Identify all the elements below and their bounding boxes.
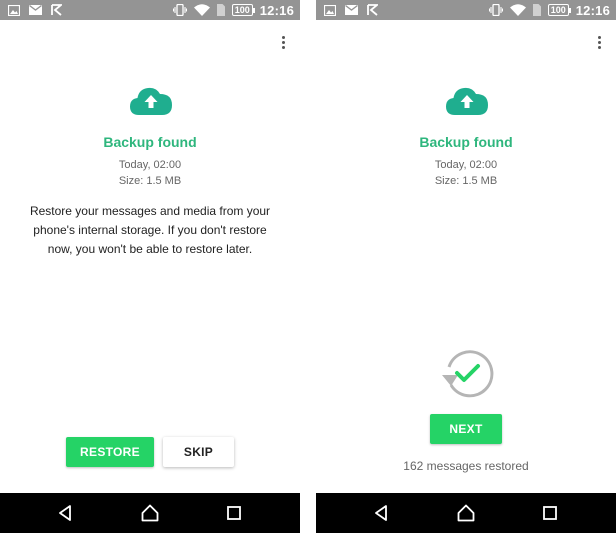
back-icon[interactable]	[372, 503, 392, 523]
vibrate-icon	[488, 4, 503, 16]
navigation-bar	[0, 493, 300, 533]
home-icon[interactable]	[456, 503, 476, 523]
battery-icon: 100	[231, 4, 255, 16]
phone-screen-restore-complete: 100 12:16 Backup found Today, 02:00 Size…	[316, 0, 616, 533]
wifi-icon	[193, 4, 210, 16]
overflow-menu-icon[interactable]	[596, 36, 602, 52]
restore-description: Restore your messages and media from you…	[29, 204, 271, 256]
home-icon[interactable]	[140, 503, 160, 523]
status-bar: 100 12:16	[316, 0, 616, 20]
skip-button[interactable]: SKIP	[163, 437, 234, 467]
status-time: 12:16	[259, 2, 294, 18]
battery-icon: 100	[547, 4, 571, 16]
backup-size: Size: 1.5 MB	[434, 175, 498, 187]
messaging-icon	[51, 4, 62, 16]
messaging-icon	[367, 4, 378, 16]
backup-found-title: Backup found	[103, 134, 197, 150]
sim-icon	[216, 4, 225, 16]
mail-icon	[345, 5, 358, 15]
back-icon[interactable]	[56, 503, 76, 523]
image-icon	[324, 4, 336, 16]
status-bar: 100 12:16	[0, 0, 300, 20]
recents-icon[interactable]	[540, 503, 560, 523]
status-time: 12:16	[575, 2, 610, 18]
backup-size: Size: 1.5 MB	[118, 175, 182, 187]
cloud-upload-icon	[446, 87, 488, 115]
cloud-upload-icon	[130, 87, 172, 115]
screen-separator	[300, 0, 316, 533]
restore-complete-check-icon	[442, 350, 494, 398]
backup-date: Today, 02:00	[118, 159, 182, 171]
restore-button[interactable]: RESTORE	[66, 437, 154, 467]
vibrate-icon	[172, 4, 187, 16]
phone-screen-backup-found: 100 12:16 Backup found Today, 02:00 Size…	[0, 0, 300, 533]
overflow-menu-icon[interactable]	[280, 36, 286, 52]
backup-found-title: Backup found	[419, 134, 513, 150]
next-button[interactable]: NEXT	[430, 414, 502, 444]
navigation-bar	[316, 493, 616, 533]
backup-date: Today, 02:00	[434, 159, 498, 171]
mail-icon	[29, 5, 42, 15]
sim-icon	[532, 4, 541, 16]
image-icon	[8, 4, 20, 16]
messages-restored-text: 162 messages restored	[403, 459, 529, 473]
wifi-icon	[509, 4, 526, 16]
recents-icon[interactable]	[224, 503, 244, 523]
